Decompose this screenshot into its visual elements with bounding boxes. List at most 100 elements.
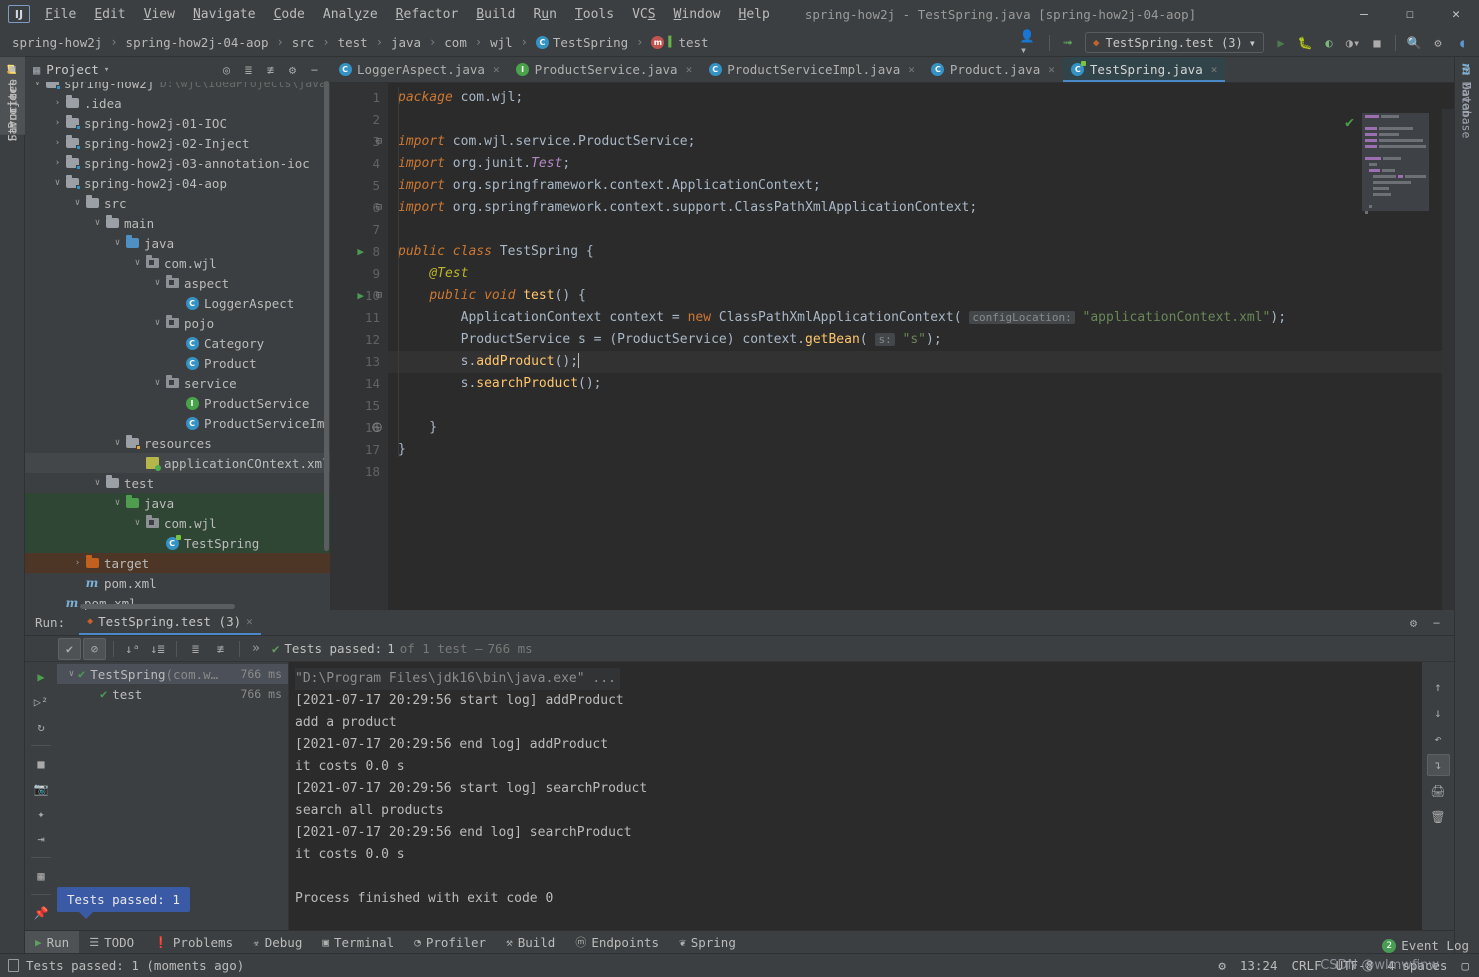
breadcrumb-item-7[interactable]: C TestSpring: [534, 34, 630, 51]
bottom-tab-endpoints[interactable]: ⓜ Endpoints: [565, 931, 669, 954]
chevron-down-icon[interactable]: ∨: [131, 518, 144, 528]
settings-gear-icon[interactable]: ⚙: [283, 60, 302, 79]
collapse-all-icon[interactable]: ≢: [209, 638, 232, 660]
show-ignored-toggle[interactable]: ⊘: [83, 637, 106, 660]
export-icon[interactable]: ⇥: [30, 828, 53, 850]
profile-button[interactable]: ◑▾: [1342, 32, 1364, 54]
bottom-tab-todo[interactable]: ☰ TODO: [79, 931, 144, 954]
project-tree-node[interactable]: ∨ main: [25, 213, 330, 233]
editor-tab[interactable]: C TestSpring.java ✕: [1062, 57, 1226, 82]
hammer-build-icon[interactable]: ➟: [1057, 32, 1079, 54]
bottom-tab-profiler[interactable]: ◔ Profiler: [404, 931, 496, 954]
close-icon[interactable]: ✕: [908, 63, 915, 76]
project-tree-node[interactable]: ∨ aspect: [25, 273, 330, 293]
project-tree-node[interactable]: C LoggerAspect: [25, 293, 330, 313]
editor-tab[interactable]: I ProductService.java ✕: [508, 57, 701, 82]
close-icon[interactable]: ✕: [246, 615, 253, 628]
editor-minimap[interactable]: [1362, 113, 1429, 214]
code-line[interactable]: import com.wjl.service.ProductService;: [388, 131, 1454, 153]
hide-panel-icon[interactable]: −: [1427, 613, 1446, 632]
breadcrumb-item-0[interactable]: spring-how2j: [10, 34, 104, 51]
bottom-tab-run[interactable]: ▶ Run: [25, 930, 80, 954]
chevron-down-icon[interactable]: ▾: [104, 65, 109, 75]
run-button[interactable]: ▶: [1270, 32, 1292, 54]
chevron-down-icon[interactable]: ∨: [65, 669, 78, 679]
run-with-coverage-button[interactable]: ◐: [1318, 32, 1340, 54]
code-line[interactable]: public class TestSpring {: [388, 241, 1454, 263]
project-tree-node[interactable]: C Category: [25, 333, 330, 353]
bottom-tool-window-bar[interactable]: ▶ Run ☰ TODO ❗ Problems ☣ Debug ▣ Terminal ◔ Profil…: [25, 930, 1454, 954]
maximize-button[interactable]: ☐: [1387, 0, 1433, 28]
chevron-right-icon[interactable]: ›: [51, 158, 64, 168]
project-tree-node[interactable]: ∨ java: [25, 493, 330, 513]
stop-button[interactable]: ■: [30, 753, 53, 775]
search-everywhere-icon[interactable]: ◖: [1451, 32, 1473, 54]
menu-tools[interactable]: Tools: [566, 4, 623, 25]
code-line[interactable]: package com.wjl;: [388, 87, 1454, 109]
code-line[interactable]: [388, 109, 1454, 131]
close-icon[interactable]: ✕: [686, 63, 693, 76]
menu-refactor[interactable]: Refactor: [387, 4, 468, 25]
lock-icon[interactable]: ▢: [1461, 958, 1469, 973]
clear-all-icon[interactable]: 🗑: [1427, 806, 1450, 828]
scroll-down-icon[interactable]: ↓: [1427, 702, 1450, 724]
run-gutter-icon[interactable]: ▶: [357, 285, 364, 307]
project-tree-node[interactable]: ∨ service: [25, 373, 330, 393]
run-session-tab[interactable]: ◆ TestSpring.test (3) ✕: [79, 610, 261, 635]
chevron-down-icon[interactable]: ∨: [151, 278, 164, 288]
locate-file-icon[interactable]: ◎: [217, 60, 236, 79]
project-tree[interactable]: ∨ spring-how2j D:\wjc\IdeaProjects\java › .i…: [25, 82, 330, 610]
expand-all-icon[interactable]: ≣: [184, 638, 207, 660]
chevron-down-icon[interactable]: ∨: [71, 198, 84, 208]
collapse-all-icon[interactable]: ≢: [261, 60, 280, 79]
menu-analyze[interactable]: Analyze: [314, 4, 387, 25]
debug-button[interactable]: 🐛: [1294, 32, 1316, 54]
menu-navigate[interactable]: Navigate: [184, 4, 265, 25]
expand-all-icon[interactable]: ≣: [239, 60, 258, 79]
code-line[interactable]: [388, 461, 1454, 483]
soft-wrap-icon[interactable]: ↶: [1427, 728, 1450, 750]
project-tree-node[interactable]: ∨ com.wjl: [25, 253, 330, 273]
test-tree-row[interactable]: ✔ test 766 ms: [57, 684, 288, 704]
editor-gutter[interactable]: 1 2 3 ⊟ 4 5 6 ⊟ 7 8 ▶ 9 10 ▶ ⊟ 11 12 13 14 15 16 ⨁ 17 18: [330, 83, 388, 610]
code-line[interactable]: import org.springframework.context.suppo…: [388, 197, 1454, 219]
code-fold-icon[interactable]: ⊟: [376, 197, 382, 219]
project-tree-node[interactable]: ∨ spring-how2j-04-aop: [25, 173, 330, 193]
sidebar-item-maven[interactable]: m Maven: [1454, 57, 1479, 122]
project-tree-node[interactable]: ∨ resources: [25, 433, 330, 453]
code-line[interactable]: ProductService s = (ProductService) cont…: [388, 329, 1454, 351]
thread-dump-icon[interactable]: ✦: [30, 803, 53, 825]
stop-button[interactable]: ■: [1366, 32, 1388, 54]
code-line[interactable]: import org.junit.Test;: [388, 153, 1454, 175]
editor-tab[interactable]: C Product.java ✕: [923, 57, 1063, 82]
close-icon[interactable]: ✕: [1211, 63, 1218, 76]
chevron-down-icon[interactable]: ∨: [31, 82, 44, 88]
breadcrumb-item-4[interactable]: java: [389, 34, 423, 51]
menu-edit[interactable]: Edit: [85, 4, 134, 25]
project-tree-node[interactable]: › spring-how2j-02-Inject: [25, 133, 330, 153]
user-avatar-icon[interactable]: 👤▾: [1020, 29, 1042, 57]
scroll-up-icon[interactable]: ↑: [1427, 676, 1450, 698]
toolbar-overflow-icon[interactable]: »: [252, 641, 260, 656]
print-icon[interactable]: 🖨: [1427, 780, 1450, 802]
project-tree-node[interactable]: ∨ src: [25, 193, 330, 213]
chevron-down-icon[interactable]: ∨: [91, 478, 104, 488]
chevron-right-icon[interactable]: ›: [51, 98, 64, 108]
chevron-right-icon[interactable]: ›: [51, 138, 64, 148]
chevron-down-icon[interactable]: ∨: [151, 378, 164, 388]
chevron-down-icon[interactable]: ∨: [111, 238, 124, 248]
code-line[interactable]: }: [388, 417, 1454, 439]
chevron-down-icon[interactable]: ∨: [151, 318, 164, 328]
scroll-to-end-icon[interactable]: ↴: [1426, 754, 1450, 776]
project-tree-node[interactable]: C TestSpring: [25, 533, 330, 553]
rerun-button[interactable]: ▶: [30, 666, 53, 688]
test-tree-row[interactable]: ∨ ✔ TestSpring (com.w… 766 ms: [57, 664, 288, 684]
code-fold-icon[interactable]: ⊟: [376, 131, 382, 153]
menu-file[interactable]: File: [36, 4, 85, 25]
console-output[interactable]: "D:\Program Files\jdk16\bin\java.exe" ..…: [289, 662, 1422, 933]
project-tree-node[interactable]: ∨ java: [25, 233, 330, 253]
code-line[interactable]: [388, 219, 1454, 241]
project-tree-node[interactable]: › spring-how2j-01-IOC: [25, 113, 330, 133]
breadcrumb-item-1[interactable]: spring-how2j-04-aop: [124, 34, 271, 51]
project-tree-node[interactable]: › target: [25, 553, 330, 573]
